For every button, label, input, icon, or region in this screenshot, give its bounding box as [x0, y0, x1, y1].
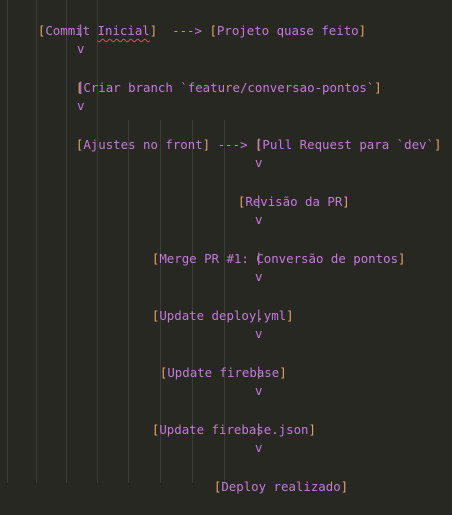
misspelled-word[interactable]: Inicial: [98, 23, 150, 38]
arrow: --->: [210, 137, 255, 152]
code-line: [Ajustes no front] ---> [Pull Request pa…: [46, 116, 442, 173]
bracket-close: ]: [286, 308, 294, 323]
connector-arrow: v: [77, 41, 85, 56]
code-editor[interactable]: [Commit Inicial] ---> [Projeto quase fei…: [0, 0, 452, 494]
code-line: [Merge PR #1: Conversão de pontos]: [122, 230, 406, 287]
bracket-open: [: [209, 23, 217, 38]
node-text: Update firebase.json: [159, 422, 309, 437]
connector-arrow: v: [77, 98, 85, 113]
code-line: [Deploy realizado]: [184, 458, 348, 515]
connector-pipe: |: [255, 136, 263, 151]
code-line: [Commit Inicial] ---> [Projeto quase fei…: [8, 2, 366, 59]
bracket-close: ]: [433, 137, 442, 152]
indent-guide: [36, 0, 37, 483]
code-line: [Update firebase]: [130, 344, 287, 401]
connector-pipe: |: [255, 307, 263, 322]
arrow: --->: [157, 23, 210, 38]
indent-guide: [7, 0, 8, 483]
node-text: Merge PR #1: Conversão de pontos: [159, 251, 399, 266]
bracket-close: ]: [358, 23, 367, 38]
code-line: [Criar branch `feature/conversao-pontos`…: [46, 59, 382, 116]
node-text-commit: Commit: [45, 23, 98, 38]
connector-arrow: v: [255, 155, 263, 170]
bracket-close: ]: [342, 194, 350, 209]
bracket-close: ]: [308, 422, 316, 437]
connector-arrow: v: [255, 326, 263, 341]
connector-pipe: |: [77, 22, 85, 37]
connector-arrow: v: [255, 383, 263, 398]
connector-pipe: |: [255, 193, 263, 208]
node-text: Criar branch `feature/conversao-pontos`: [83, 80, 375, 95]
bracket-close: ]: [398, 251, 406, 266]
connector-pipe: |: [77, 79, 85, 94]
connector-pipe: |: [255, 364, 263, 379]
code-line: [Revisão da PR]: [208, 173, 350, 230]
node-text: Update deploy.yml: [159, 308, 287, 323]
node-text: Projeto quase feito: [216, 23, 359, 38]
bracket-close: ]: [374, 80, 382, 95]
connector-pipe: |: [255, 421, 263, 436]
node-text: Deploy realizado: [221, 479, 341, 494]
node-text: Pull Request para `dev`: [262, 137, 434, 152]
connector-arrow: v: [255, 440, 263, 455]
connector-arrow: v: [255, 212, 263, 227]
code-line: [Update deploy.yml]: [122, 287, 294, 344]
code-line: [Update firebase.json]: [122, 401, 316, 458]
node-text: Ajustes no front: [83, 137, 203, 152]
connector-pipe: |: [255, 250, 263, 265]
bracket-close: ]: [279, 365, 287, 380]
connector-arrow: v: [255, 269, 263, 284]
bracket-close: ]: [340, 479, 349, 494]
